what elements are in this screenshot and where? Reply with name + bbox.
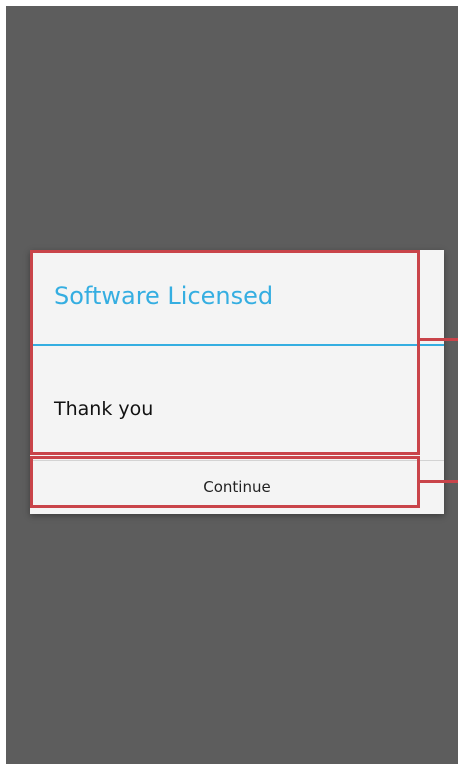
annotation-callout-line <box>420 338 458 341</box>
dialog-message: Thank you <box>54 398 154 420</box>
title-divider <box>30 344 444 346</box>
dialog-title: Software Licensed <box>54 282 274 310</box>
annotation-callout-line <box>420 480 458 483</box>
continue-button[interactable]: Continue <box>30 461 444 514</box>
screen-background: Software Licensed Thank you Continue <box>6 6 458 764</box>
license-dialog: Software Licensed Thank you Continue <box>30 250 444 514</box>
